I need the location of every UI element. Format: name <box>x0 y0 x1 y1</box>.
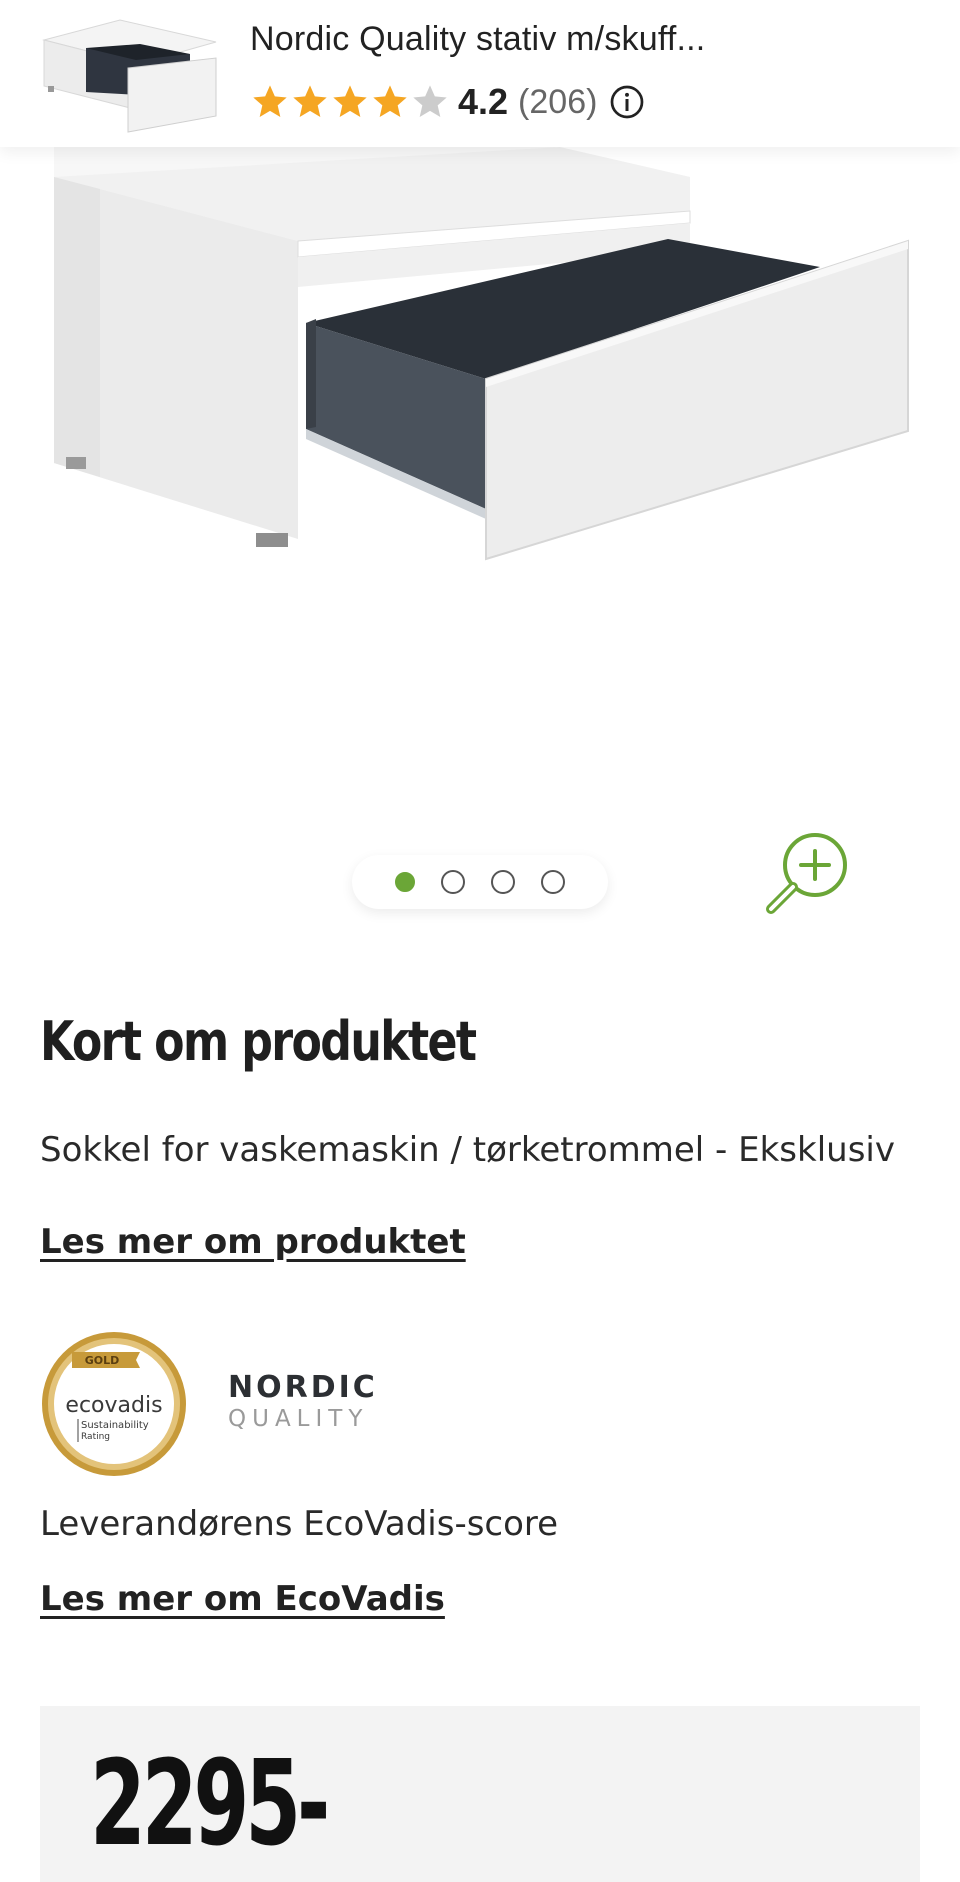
brand-logo: NORDIC QUALITY <box>228 1370 388 1440</box>
product-image[interactable] <box>0 147 960 707</box>
sticky-product-header: Nordic Quality stativ m/skuff... 4.2 (20… <box>0 0 960 147</box>
price-box: 2295- <box>40 1706 920 1882</box>
badge-line1: Sustainability <box>81 1420 149 1431</box>
rating-value: 4.2 <box>458 81 509 122</box>
carousel-dots <box>352 855 608 909</box>
brand-name: NORDIC <box>228 1370 378 1405</box>
zoom-in-icon[interactable] <box>765 827 855 927</box>
brand-sub: QUALITY <box>228 1406 369 1432</box>
info-icon[interactable] <box>609 84 645 120</box>
carousel-dot[interactable] <box>491 870 515 894</box>
badge-line2: Rating <box>81 1432 110 1442</box>
price: 2295- <box>90 1734 330 1872</box>
section-heading: Kort om produktet <box>40 1010 477 1073</box>
product-title: Nordic Quality stativ m/skuff... <box>250 20 706 58</box>
product-description: Sokkel for vaskemaskin / tørketrommel - … <box>40 1130 895 1170</box>
ecovadis-badge: GOLD ecovadis Sustainability Rating <box>42 1332 186 1476</box>
carousel-dot[interactable] <box>395 872 415 892</box>
read-more-product-link[interactable]: Les mer om produktet <box>40 1222 466 1262</box>
product-thumbnail[interactable] <box>40 12 222 136</box>
star-icon <box>253 85 287 117</box>
ecovadis-score-label: Leverandørens EcoVadis-score <box>40 1504 559 1544</box>
rating-summary[interactable]: 4.2 (206) <box>250 78 645 126</box>
badge-name: ecovadis <box>65 1393 162 1418</box>
badge-tier: GOLD <box>85 1354 120 1367</box>
read-more-ecovadis-link[interactable]: Les mer om EcoVadis <box>40 1579 445 1619</box>
image-gallery[interactable] <box>0 147 960 927</box>
carousel-dot[interactable] <box>441 870 465 894</box>
star-rating <box>250 82 450 122</box>
star-icon <box>333 85 367 117</box>
review-count: (206) <box>518 82 598 121</box>
carousel-dot[interactable] <box>541 870 565 894</box>
star-empty-icon <box>413 85 447 117</box>
star-icon <box>293 85 327 117</box>
star-icon <box>373 85 407 117</box>
